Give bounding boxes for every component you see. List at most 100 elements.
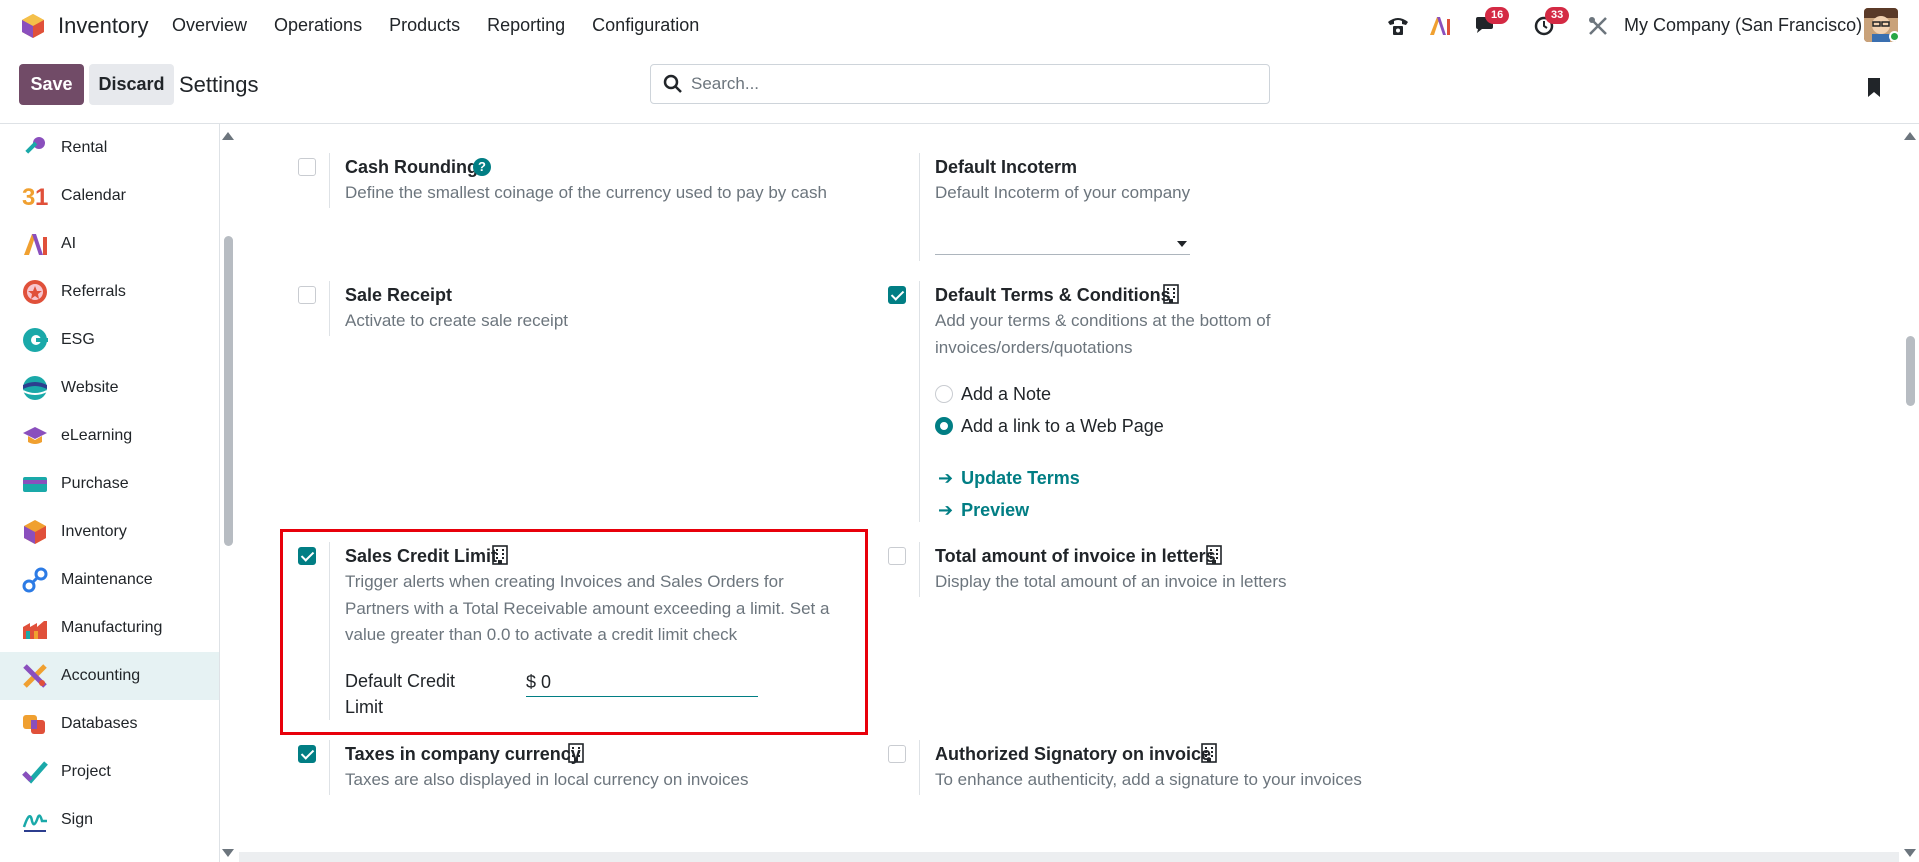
company-switcher[interactable]: My Company (San Francisco) <box>1624 15 1862 36</box>
sidebar-scroll-up-arrow[interactable] <box>222 132 234 140</box>
sidebar-item-accounting[interactable]: Accounting <box>0 652 219 700</box>
sidebar-item-label: Rental <box>61 139 108 156</box>
search-icon <box>663 74 682 93</box>
calendar-icon: 31 <box>22 184 48 209</box>
sales-credit-limit-desc-line1: Trigger alerts when creating Invoices an… <box>345 572 784 591</box>
menu-overview[interactable]: Overview <box>172 15 247 36</box>
main-scroll-down-arrow[interactable] <box>1904 849 1916 857</box>
preview-link[interactable]: ➔ Preview <box>938 500 1029 521</box>
messages-icon[interactable]: 16 <box>1467 7 1510 42</box>
sidebar-item-referrals[interactable]: Referrals <box>0 268 219 316</box>
activities-icon[interactable]: 33 <box>1527 7 1570 42</box>
sidebar-item-website[interactable]: Website <box>0 364 219 412</box>
activities-badge: 33 <box>1545 7 1570 24</box>
inventory-icon <box>24 520 46 544</box>
divider <box>919 542 920 597</box>
default-credit-limit-input[interactable] <box>526 669 758 697</box>
company-building-icon <box>1163 284 1179 304</box>
phone-icon[interactable] <box>1383 10 1413 42</box>
taxes-company-currency-desc: Taxes are also displayed in local curren… <box>345 770 749 789</box>
sidebar-scroll-down-arrow[interactable] <box>222 849 234 857</box>
ai-icon[interactable] <box>1425 10 1455 42</box>
preview-label: Preview <box>961 500 1030 520</box>
search-input[interactable] <box>691 73 1251 95</box>
default-credit-limit-label-line1: Default Credit <box>345 671 456 691</box>
default-incoterm-title: Default Incoterm <box>935 157 1078 177</box>
svg-text:3: 3 <box>22 184 35 209</box>
control-panel: Save Discard Settings <box>0 52 1919 124</box>
sidebar-item-label: Project <box>61 763 111 780</box>
discard-button[interactable]: Discard <box>89 64 174 105</box>
sidebar-item-inventory[interactable]: Inventory <box>0 508 219 556</box>
total-in-letters-desc: Display the total amount of an invoice i… <box>935 572 1287 591</box>
default-terms-checkbox[interactable] <box>888 286 906 304</box>
divider <box>919 281 920 522</box>
debug-tools-icon[interactable] <box>1585 10 1611 42</box>
sale-receipt-checkbox[interactable] <box>298 286 316 304</box>
inventory-app-icon[interactable] <box>20 13 46 39</box>
purchase-icon <box>23 477 47 492</box>
cash-rounding-title: Cash Rounding <box>345 157 478 177</box>
menu-operations[interactable]: Operations <box>274 15 362 36</box>
sidebar-item-esg[interactable]: ESG <box>0 316 219 364</box>
sidebar-item-manufacturing[interactable]: Manufacturing <box>0 604 219 652</box>
search-box[interactable] <box>650 64 1270 104</box>
default-incoterm-desc: Default Incoterm of your company <box>935 183 1191 202</box>
radio-add-note[interactable] <box>935 385 953 403</box>
sidebar-item-purchase[interactable]: Purchase <box>0 460 219 508</box>
sidebar-item-label: Sign <box>61 811 94 828</box>
sidebar-item-databases[interactable]: Databases <box>0 700 219 748</box>
sidebar-item-label: Referrals <box>61 283 126 300</box>
divider <box>919 153 920 261</box>
sidebar-scrollbar-thumb[interactable] <box>224 236 233 546</box>
app-name[interactable]: Inventory <box>58 13 149 39</box>
sidebar-item-maintenance[interactable]: Maintenance <box>0 556 219 604</box>
chevron-down-icon[interactable] <box>1177 241 1187 247</box>
company-building-icon <box>1201 743 1217 763</box>
sidebar-item-label: Maintenance <box>61 571 153 588</box>
esg-icon <box>23 328 48 352</box>
sales-credit-limit-checkbox[interactable] <box>298 547 316 565</box>
help-icon[interactable]: ? <box>473 158 491 176</box>
company-building-icon <box>568 743 584 763</box>
bookmark-icon[interactable] <box>1866 77 1882 99</box>
sidebar-item-label: ESG <box>61 331 95 348</box>
horizontal-scrollbar[interactable] <box>239 852 1899 862</box>
taxes-company-currency-checkbox[interactable] <box>298 745 316 763</box>
databases-icon <box>23 715 45 734</box>
sales-credit-limit-title: Sales Credit Limit <box>345 546 498 566</box>
incoterm-select[interactable] <box>935 254 1190 255</box>
sidebar-item-elearning[interactable]: eLearning <box>0 412 219 460</box>
arrow-right-icon: ➔ <box>938 500 954 520</box>
sidebar-item-calendar[interactable]: 31 Calendar <box>0 172 219 220</box>
sidebar-item-label: Calendar <box>61 187 126 204</box>
menu-configuration[interactable]: Configuration <box>592 15 699 36</box>
menu-reporting[interactable]: Reporting <box>487 15 565 36</box>
radio-add-link[interactable] <box>935 417 953 435</box>
menu-products[interactable]: Products <box>389 15 460 36</box>
save-button[interactable]: Save <box>19 64 84 105</box>
authorized-signatory-checkbox[interactable] <box>888 745 906 763</box>
page-title: Settings <box>179 72 259 97</box>
total-in-letters-checkbox[interactable] <box>888 547 906 565</box>
sidebar-item-project[interactable]: Project <box>0 748 219 796</box>
update-terms-label: Update Terms <box>961 468 1080 488</box>
main-scroll-up-arrow[interactable] <box>1904 132 1916 140</box>
divider <box>329 542 330 720</box>
cash-rounding-checkbox[interactable] <box>298 158 316 176</box>
sidebar-item-rental[interactable]: Rental <box>0 124 219 172</box>
radio-add-note-label[interactable]: Add a Note <box>961 384 1051 405</box>
sidebar-item-sign[interactable]: Sign <box>0 796 219 844</box>
divider <box>919 740 920 795</box>
sidebar-item-label: Purchase <box>61 475 129 492</box>
main-scrollbar-thumb[interactable] <box>1906 336 1915 406</box>
default-credit-limit-label-line2: Limit <box>345 697 384 717</box>
update-terms-link[interactable]: ➔ Update Terms <box>938 468 1080 489</box>
sidebar-item-ai[interactable]: AI <box>0 220 219 268</box>
svg-text:1: 1 <box>35 184 48 209</box>
default-terms-desc-line1: Add your terms & conditions at the botto… <box>935 311 1271 330</box>
radio-add-link-label[interactable]: Add a link to a Web Page <box>961 416 1164 437</box>
sale-receipt-desc: Activate to create sale receipt <box>345 311 569 330</box>
sidebar-item-label: Website <box>61 379 119 396</box>
sales-credit-limit-desc-line3: value greater than 0.0 to activate a cre… <box>345 625 738 644</box>
